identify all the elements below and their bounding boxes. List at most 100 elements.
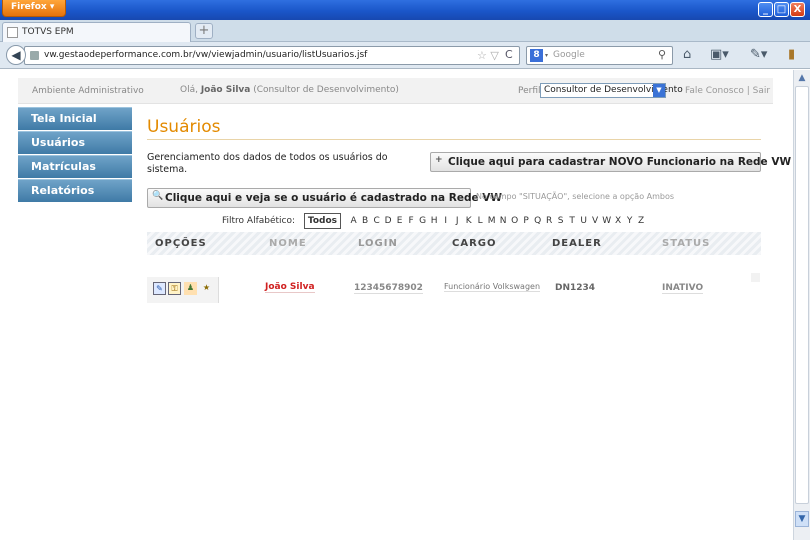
alpha-letter-e[interactable]: E [394, 216, 406, 226]
site-identity-icon[interactable] [30, 51, 39, 60]
search-engine-icon[interactable]: 8 [530, 49, 543, 62]
users-table: OPÇÕES NOME LOGIN CARGO DEALER STATUS ✎ … [147, 232, 761, 303]
minimize-button[interactable]: _ [758, 2, 773, 17]
user-role[interactable]: Funcionário Volkswagen [444, 282, 541, 292]
page-icon [7, 27, 18, 38]
home-icon[interactable]: ⌂ [683, 47, 691, 62]
alpha-letter-g[interactable]: G [417, 216, 429, 226]
col-cargo[interactable]: CARGO [452, 238, 497, 249]
search-icon[interactable]: ⚲ [658, 48, 666, 61]
user-dealer: DN1234 [555, 283, 596, 293]
key-icon[interactable]: ⚿ [168, 282, 181, 295]
contact-logout-links[interactable]: Fale Conosco | Sair [685, 86, 770, 96]
top-info-bar: Ambiente Administrativo Olá, João Silva … [18, 78, 773, 104]
magnifier-icon: 🔍 [152, 191, 164, 201]
reload-button[interactable]: C [505, 48, 513, 61]
edit-icon[interactable]: ✎ [153, 282, 166, 295]
new-tab-button[interactable]: + [195, 23, 213, 39]
alpha-letter-s[interactable]: S [555, 216, 567, 226]
vertical-scrollbar[interactable]: ▲ ▼ [793, 70, 810, 540]
graduate-icon[interactable]: ★ [200, 282, 213, 295]
col-status[interactable]: STATUS [662, 238, 710, 249]
check-user-button[interactable]: 🔍 Clique aqui e veja se o usuário é cada… [147, 188, 502, 208]
url-text: vw.gestaodeperformance.com.br/vw/viewjad… [44, 50, 368, 60]
alpha-letter-w[interactable]: W [601, 216, 613, 226]
alpha-letter-t[interactable]: T [566, 216, 578, 226]
col-opcoes[interactable]: OPÇÕES [155, 238, 207, 249]
alpha-letters: ABCDEFGHIJKLMNOPQRSTUVWXYZ [348, 216, 647, 227]
alpha-letter-u[interactable]: U [578, 216, 590, 226]
search-placeholder: Google [553, 50, 585, 60]
check-user-label: Clique aqui e veja se o usuário é cadast… [165, 192, 502, 204]
alpha-letter-o[interactable]: O [509, 216, 521, 226]
alpha-letter-b[interactable]: B [359, 216, 371, 226]
profile-select[interactable]: Consultor de Desenvolvimento ▼ [540, 83, 683, 98]
page-title: Usuários [147, 117, 221, 137]
alpha-letter-k[interactable]: K [463, 216, 475, 226]
alpha-letter-j[interactable]: J [451, 216, 463, 226]
row-end-marker [751, 273, 760, 282]
add-employee-button[interactable]: + Clique aqui para cadastrar NOVO Funcio… [430, 152, 791, 172]
tab-title: TOTVS EPM [22, 27, 74, 37]
bookmark-star-icon[interactable]: ☆ ▽ [477, 49, 499, 62]
title-divider [147, 139, 761, 140]
chevron-down-icon[interactable]: ▼ [653, 84, 665, 97]
bookmarks-icon[interactable]: ▮ [788, 47, 795, 62]
window-titlebar: Firefox ▾ _ □ X [0, 0, 810, 20]
col-login[interactable]: LOGIN [358, 238, 398, 249]
add-employee-label: Clique aqui para cadastrar NOVO Funciona… [448, 156, 792, 168]
users-icon[interactable]: ♟ [184, 282, 197, 295]
scroll-down-icon[interactable]: ▼ [795, 511, 809, 527]
page-description: Gerenciamento dos dados de todos os usuá… [147, 152, 388, 175]
alpha-filter-all[interactable]: Todos [303, 213, 342, 229]
search-bar[interactable]: 8 ▾ Google ⚲ [526, 46, 673, 65]
alpha-letter-x[interactable]: X [612, 216, 624, 226]
alpha-letter-l[interactable]: L [474, 216, 486, 226]
alpha-letter-f[interactable]: F [405, 216, 417, 226]
alpha-letter-r[interactable]: R [543, 216, 555, 226]
close-button[interactable]: X [790, 2, 805, 17]
alpha-letter-i[interactable]: I [440, 216, 452, 226]
greeting: Olá, João Silva (Consultor de Desenvolvi… [180, 85, 399, 95]
plus-icon: + [435, 155, 443, 165]
firefox-menu-button[interactable]: Firefox ▾ [2, 0, 66, 17]
check-note: No campo "SITUAÇÃO", selecione a opção A… [476, 192, 675, 201]
alpha-letter-p[interactable]: P [520, 216, 532, 226]
alpha-letter-h[interactable]: H [428, 216, 440, 226]
table-header: OPÇÕES NOME LOGIN CARGO DEALER STATUS [147, 232, 761, 255]
alpha-letter-z[interactable]: Z [635, 216, 647, 226]
profile-label: Perfil [518, 86, 541, 96]
alpha-letter-y[interactable]: Y [624, 216, 636, 226]
layout-icon[interactable]: ▣▾ [710, 47, 729, 62]
maximize-button[interactable]: □ [774, 2, 789, 17]
sidebar-item-enrollments[interactable]: Matrículas [18, 155, 132, 178]
scroll-thumb[interactable] [795, 86, 809, 504]
page-content: Ambiente Administrativo Olá, João Silva … [0, 70, 793, 540]
sidebar-item-reports[interactable]: Relatórios [18, 179, 132, 202]
user-login[interactable]: 12345678902 [354, 283, 423, 294]
url-bar[interactable]: vw.gestaodeperformance.com.br/vw/viewjad… [24, 46, 520, 65]
col-dealer[interactable]: DEALER [552, 238, 602, 249]
col-nome[interactable]: NOME [269, 238, 307, 249]
user-name-link[interactable]: João Silva [265, 282, 315, 293]
navigation-toolbar: vw.gestaodeperformance.com.br/vw/viewjad… [0, 42, 810, 69]
alpha-letter-v[interactable]: V [589, 216, 601, 226]
tab-totvs-epm[interactable]: TOTVS EPM [2, 22, 191, 42]
sidebar-item-home[interactable]: Tela Inicial [18, 107, 132, 130]
row-actions: ✎ ⚿ ♟ ★ [147, 277, 219, 303]
alpha-letter-a[interactable]: A [348, 216, 360, 226]
alpha-letter-m[interactable]: M [486, 216, 498, 226]
scroll-up-icon[interactable]: ▲ [794, 70, 810, 86]
tab-bar: TOTVS EPM + [0, 20, 810, 42]
sidebar-item-users[interactable]: Usuários [18, 131, 132, 154]
alpha-letter-c[interactable]: C [371, 216, 383, 226]
table-row: ✎ ⚿ ♟ ★ João Silva 12345678902 Funcionár… [147, 255, 761, 303]
search-engine-caret[interactable]: ▾ [545, 52, 548, 59]
back-button[interactable]: ◀ [6, 45, 26, 65]
user-name: João Silva [200, 85, 251, 95]
alpha-letter-q[interactable]: Q [532, 216, 544, 226]
addon-icon[interactable]: ✎▾ [750, 47, 767, 62]
alpha-letter-d[interactable]: D [382, 216, 394, 226]
user-status[interactable]: INATIVO [662, 283, 704, 294]
alpha-letter-n[interactable]: N [497, 216, 509, 226]
